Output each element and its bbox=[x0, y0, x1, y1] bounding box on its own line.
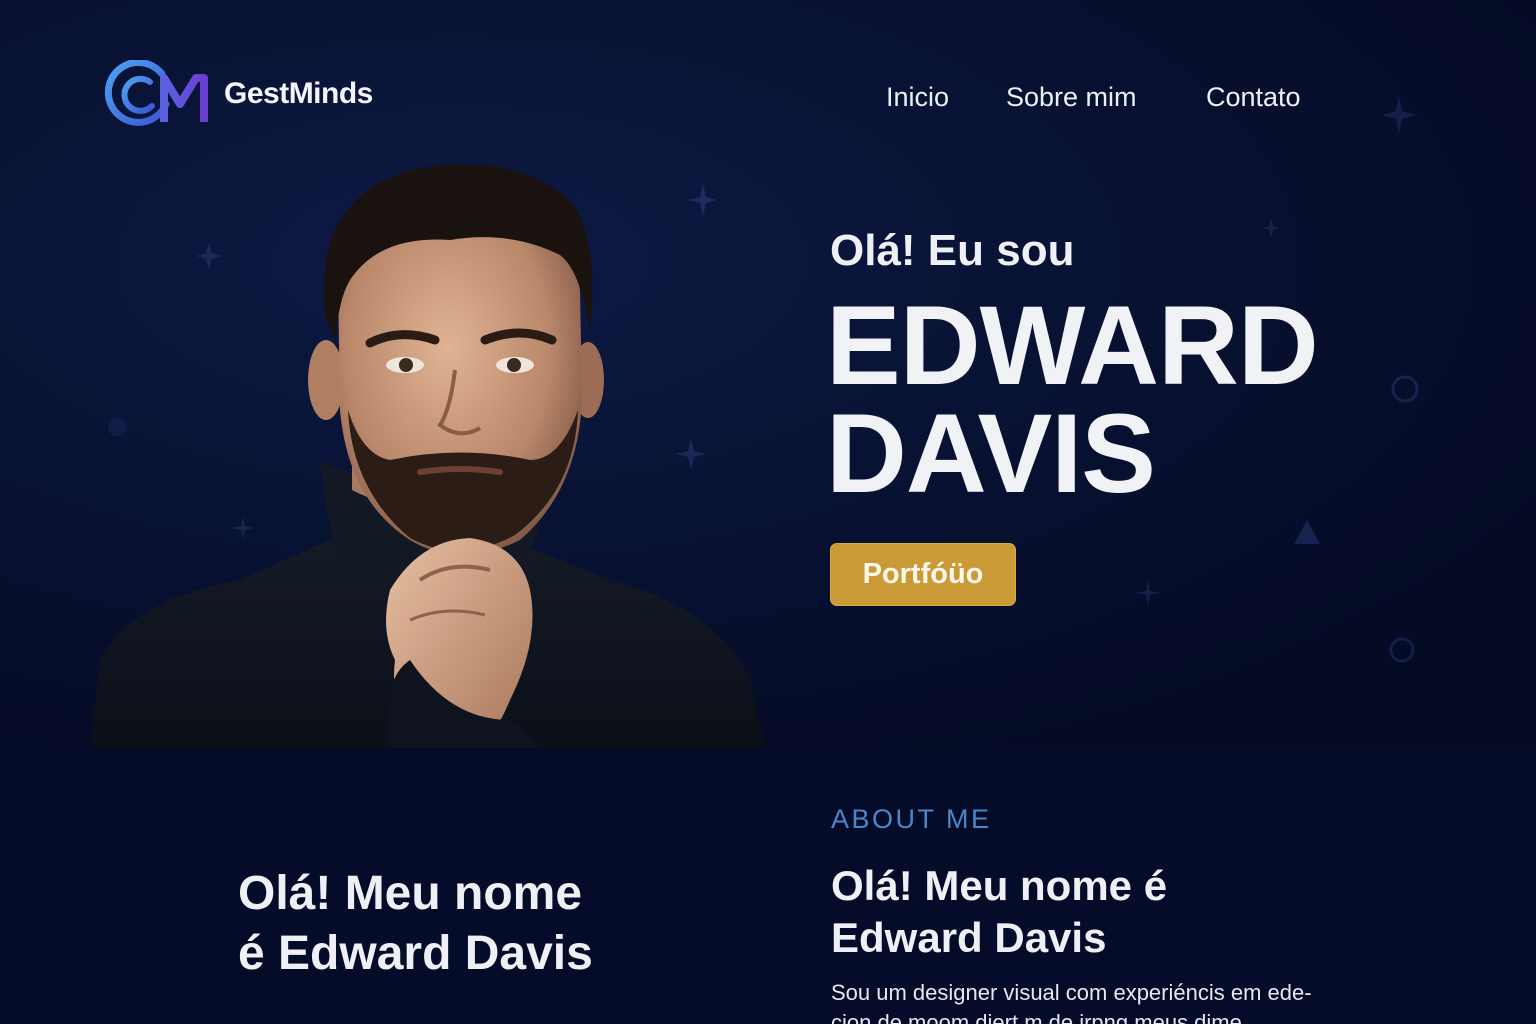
hero-section: GestMinds Inicio Sobre mim Contato Olá! … bbox=[0, 0, 1536, 748]
circle-icon bbox=[1391, 375, 1419, 403]
nav-item-contato[interactable]: Contato bbox=[1206, 82, 1301, 113]
nav-item-inicio[interactable]: Inicio bbox=[886, 82, 949, 113]
hero-name-first: EDWARD bbox=[826, 283, 1319, 408]
about-left-title-line2: é Edward Davis bbox=[238, 927, 593, 980]
about-left-title-line1: Olá! Meu nome bbox=[238, 867, 583, 920]
hero-greeting: Olá! Eu sou bbox=[830, 226, 1075, 275]
circle-icon bbox=[1389, 637, 1415, 663]
about-body: Sou um designer visual com experiéncis e… bbox=[831, 978, 1361, 1024]
about-kicker: ABOUT ME bbox=[831, 804, 992, 834]
gm-logo-icon bbox=[104, 60, 208, 126]
sparkle-icon bbox=[1136, 580, 1160, 606]
about-body-line1: Sou um designer visual com experiéncis e… bbox=[831, 980, 1312, 1005]
about-title: Olá! Meu nome é Edward Davis bbox=[831, 860, 1251, 964]
portrait-photo bbox=[90, 164, 766, 748]
portfolio-button[interactable]: Portfóüo bbox=[830, 543, 1016, 606]
hero-name-last: DAVIS bbox=[826, 391, 1156, 516]
about-title-line1: Olá! Meu nome é bbox=[831, 862, 1168, 909]
about-body-line2: cion de moom diert m de irpng meus dime bbox=[831, 1010, 1242, 1024]
about-title-line2: Edward Davis bbox=[831, 914, 1107, 961]
page: GestMinds Inicio Sobre mim Contato Olá! … bbox=[0, 0, 1536, 1024]
sparkle-icon bbox=[1262, 218, 1280, 238]
brand-logo[interactable]: GestMinds bbox=[104, 60, 373, 128]
hero-name: EDWARD DAVIS bbox=[826, 283, 1319, 516]
about-left-title: Olá! Meu nome é Edward Davis bbox=[238, 864, 658, 984]
triangle-icon bbox=[1294, 520, 1320, 544]
sparkle-icon bbox=[1382, 96, 1416, 134]
nav-item-sobre-mim[interactable]: Sobre mim bbox=[1006, 82, 1137, 113]
brand-name: GestMinds bbox=[224, 77, 373, 110]
